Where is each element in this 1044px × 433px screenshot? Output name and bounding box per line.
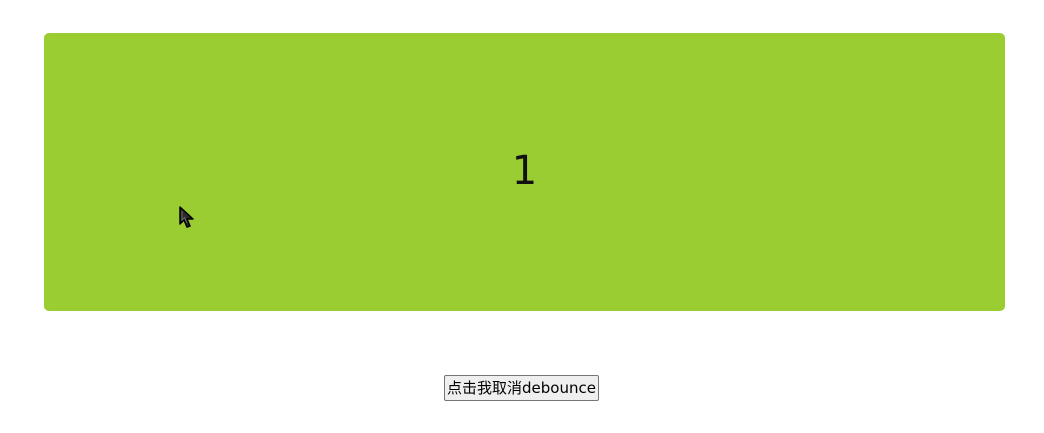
- page: 1 点击我取消debounce: [0, 0, 1044, 433]
- cancel-debounce-button[interactable]: 点击我取消debounce: [444, 375, 599, 401]
- counter-value: 1: [511, 148, 538, 194]
- debounce-area[interactable]: 1: [44, 33, 1005, 311]
